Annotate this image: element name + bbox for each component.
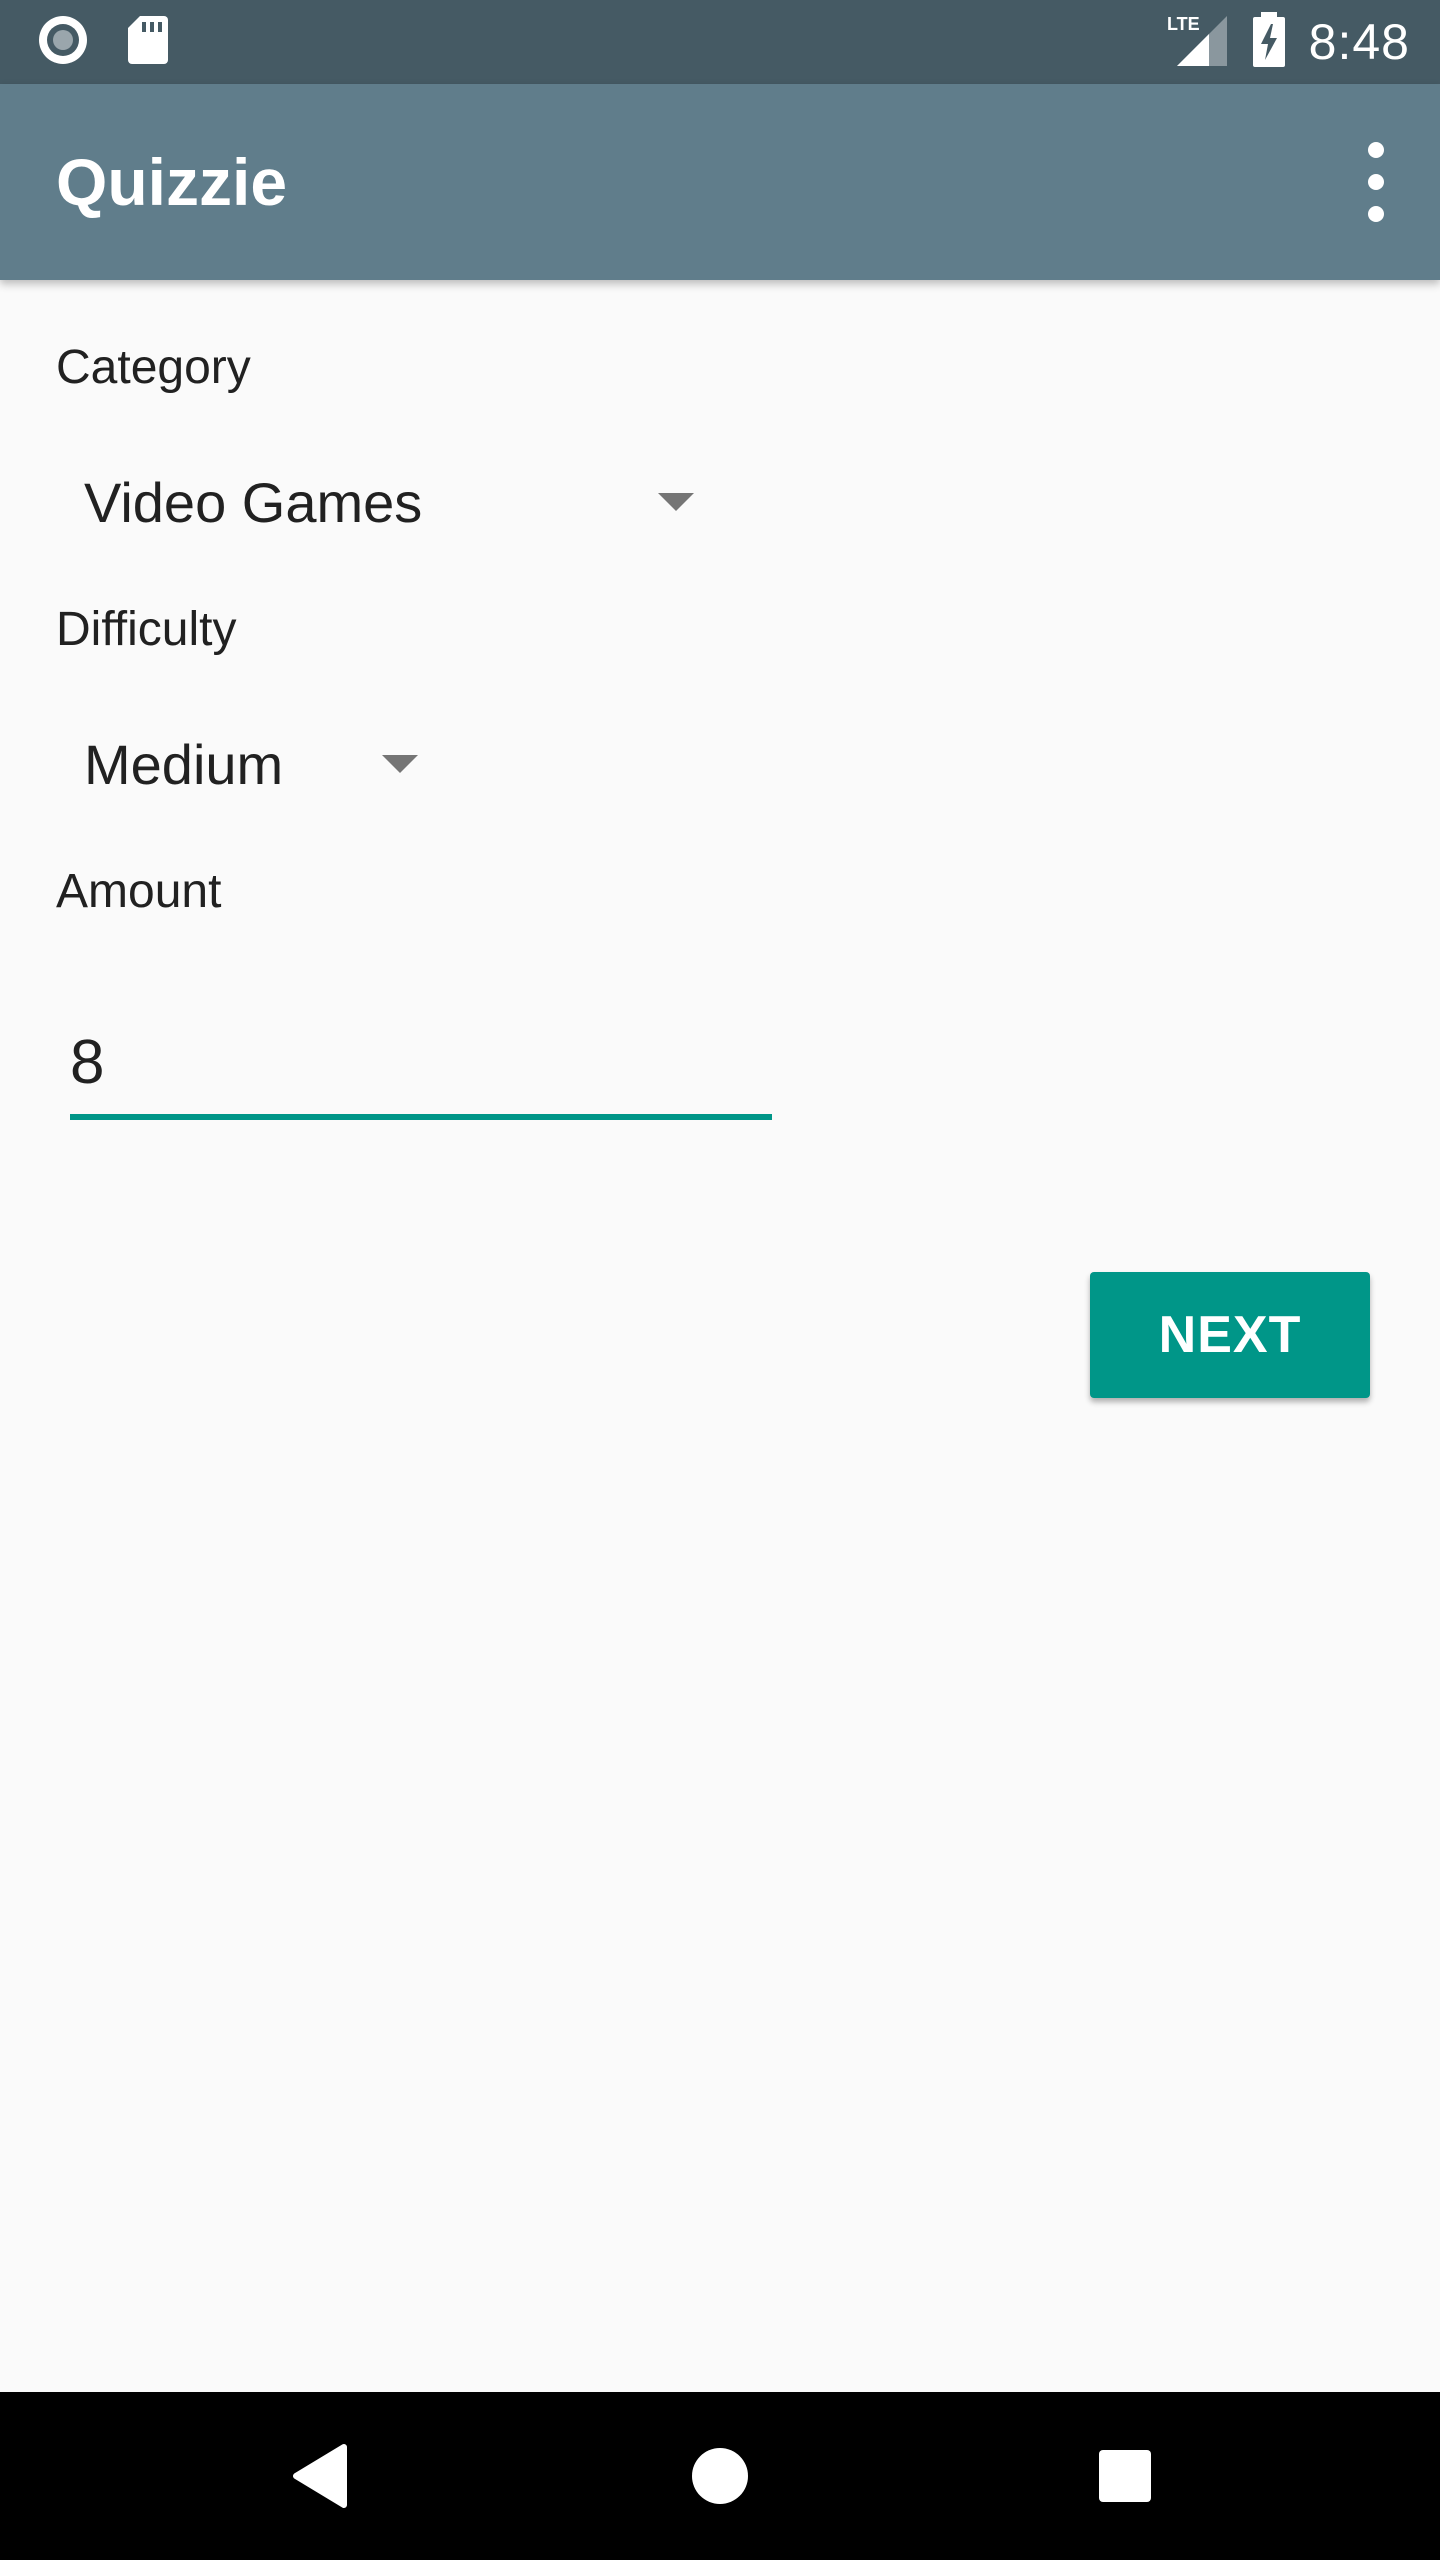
recents-icon[interactable] (1075, 2392, 1175, 2560)
navigation-bar (0, 2392, 1440, 2560)
dropdown-arrow-icon (658, 493, 694, 511)
difficulty-selected: Medium (84, 732, 284, 796)
difficulty-label: Difficulty (56, 603, 237, 656)
amount-label: Amount (56, 865, 222, 918)
lte-signal-icon: LTE (1165, 12, 1229, 73)
back-icon[interactable] (270, 2392, 370, 2560)
home-icon[interactable] (670, 2392, 770, 2560)
sd-card-icon (126, 14, 170, 71)
app-title: Quizzie (56, 145, 288, 219)
amount-input[interactable] (70, 1010, 772, 1120)
status-left-icons (36, 14, 170, 70)
overflow-dot (1368, 174, 1384, 190)
more-vert-icon[interactable] (1352, 142, 1400, 222)
overflow-dot (1368, 142, 1384, 158)
category-label: Category (56, 341, 251, 394)
overflow-dot (1368, 206, 1384, 222)
status-right-icons: LTE 8:48 (1165, 0, 1410, 84)
next-button[interactable]: NEXT (1090, 1272, 1370, 1398)
category-spinner[interactable]: Video Games (84, 462, 704, 542)
category-selected: Video Games (84, 470, 423, 534)
status-time: 8:48 (1308, 14, 1410, 70)
svg-text:LTE: LTE (1167, 14, 1200, 34)
dropdown-arrow-icon (382, 755, 418, 773)
status-bar: LTE 8:48 (0, 0, 1440, 84)
difficulty-spinner[interactable]: Medium (84, 724, 424, 804)
battery-charging-icon (1251, 11, 1287, 73)
app-bar: Quizzie (0, 84, 1440, 280)
circle-record-icon (36, 13, 90, 72)
